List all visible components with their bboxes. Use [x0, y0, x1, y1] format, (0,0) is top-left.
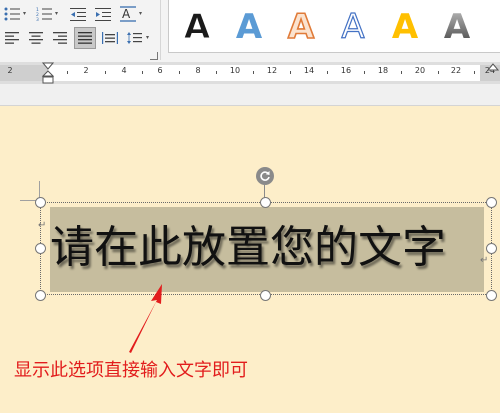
chevron-down-icon[interactable]: ▾ — [139, 11, 144, 17]
increase-indent-icon[interactable] — [93, 4, 113, 24]
ruler-bottom-strip — [0, 84, 500, 106]
ruler-tick — [253, 71, 254, 74]
wordart-style-letter: A — [444, 7, 471, 47]
chevron-down-icon[interactable]: ▾ — [55, 11, 60, 17]
justify-icon[interactable] — [74, 27, 96, 49]
indent-marker[interactable] — [42, 62, 54, 84]
wordart-style-letter: A — [236, 7, 263, 47]
right-indent-marker[interactable] — [487, 62, 499, 76]
wordart-style-gallery: A A A A A A — [168, 0, 500, 53]
wordart-style-orange-outline[interactable]: A — [277, 4, 325, 48]
resize-handle-right[interactable] — [486, 243, 497, 254]
ruler-number: 10 — [229, 66, 241, 75]
ruler-number: 2 — [83, 66, 89, 75]
ruler-number: 2 — [7, 66, 13, 75]
ruler-tick — [142, 71, 143, 74]
bullet-list-icon[interactable] — [2, 4, 22, 24]
paragraph-mark: ↵ — [480, 255, 489, 266]
wordart-style-letter: A — [392, 7, 419, 47]
decrease-indent-icon[interactable] — [68, 4, 88, 24]
ruler-number: 20 — [414, 66, 426, 75]
ruler-tick — [216, 71, 217, 74]
align-right-icon[interactable] — [50, 28, 70, 48]
wordart-style-letter: A — [341, 7, 364, 47]
ruler-tick — [474, 71, 475, 74]
ruler-tick — [327, 71, 328, 74]
ruler-number: 22 — [450, 66, 462, 75]
wordart-style-grey[interactable]: A — [433, 4, 481, 48]
ruler-tick — [67, 71, 68, 74]
ruler-tick — [401, 71, 402, 74]
text-direction-icon[interactable]: A — [118, 4, 138, 24]
paragraph-dialog-launcher[interactable] — [150, 52, 158, 60]
distributed-icon[interactable] — [100, 28, 120, 48]
ruler-tick — [290, 71, 291, 74]
wordart-style-blue[interactable]: A — [225, 4, 273, 48]
chevron-down-icon[interactable]: ▾ — [146, 35, 151, 41]
resize-handle-left[interactable] — [35, 243, 46, 254]
ruler-number: 6 — [157, 66, 163, 75]
document-page[interactable]: ↵ 请在此放置您的文字 ↵ 显示此选项直接输入文字即可 — [0, 106, 500, 413]
align-center-icon[interactable] — [26, 28, 46, 48]
group-separator — [160, 0, 161, 60]
ribbon: ▾ 123 ▾ A ▾ ▾ A A A A A A — [0, 0, 500, 62]
ruler-tick — [105, 71, 106, 74]
wordart-style-white-outline[interactable]: A — [329, 4, 377, 48]
resize-handle-top-left[interactable] — [35, 197, 46, 208]
ruler-number: 16 — [340, 66, 352, 75]
svg-text:3: 3 — [36, 17, 39, 21]
svg-text:A: A — [122, 7, 131, 21]
align-left-icon[interactable] — [2, 28, 22, 48]
wordart-style-gold[interactable]: A — [381, 4, 429, 48]
paragraph-mark: ↵ — [38, 220, 47, 231]
ruler-tick — [179, 71, 180, 74]
ruler-tick — [364, 71, 365, 74]
wordart-style-black[interactable]: A — [173, 4, 221, 48]
wordart-style-letter: A — [288, 7, 315, 47]
chevron-down-icon[interactable]: ▾ — [23, 11, 28, 17]
horizontal-ruler[interactable]: 2 2 4 6 8 10 12 14 16 18 20 22 24 — [0, 62, 500, 84]
ruler-number: 4 — [121, 66, 127, 75]
ruler-number: 12 — [266, 66, 278, 75]
annotation-text: 显示此选项直接输入文字即可 — [14, 360, 248, 381]
resize-handle-bottom[interactable] — [260, 290, 271, 301]
resize-handle-bottom-left[interactable] — [35, 290, 46, 301]
numbered-list-icon[interactable]: 123 — [34, 4, 54, 24]
rotate-handle-icon[interactable] — [256, 167, 274, 185]
ruler-number: 18 — [377, 66, 389, 75]
line-spacing-icon[interactable] — [124, 28, 144, 48]
ruler-number: 8 — [195, 66, 201, 75]
resize-handle-top-right[interactable] — [486, 197, 497, 208]
wordart-text[interactable]: 请在此放置您的文字 — [50, 213, 490, 283]
wordart-style-letter: A — [184, 7, 211, 47]
resize-handle-bottom-right[interactable] — [486, 290, 497, 301]
ruler-tick — [438, 71, 439, 74]
resize-handle-top[interactable] — [260, 197, 271, 208]
ruler-number: 14 — [303, 66, 315, 75]
